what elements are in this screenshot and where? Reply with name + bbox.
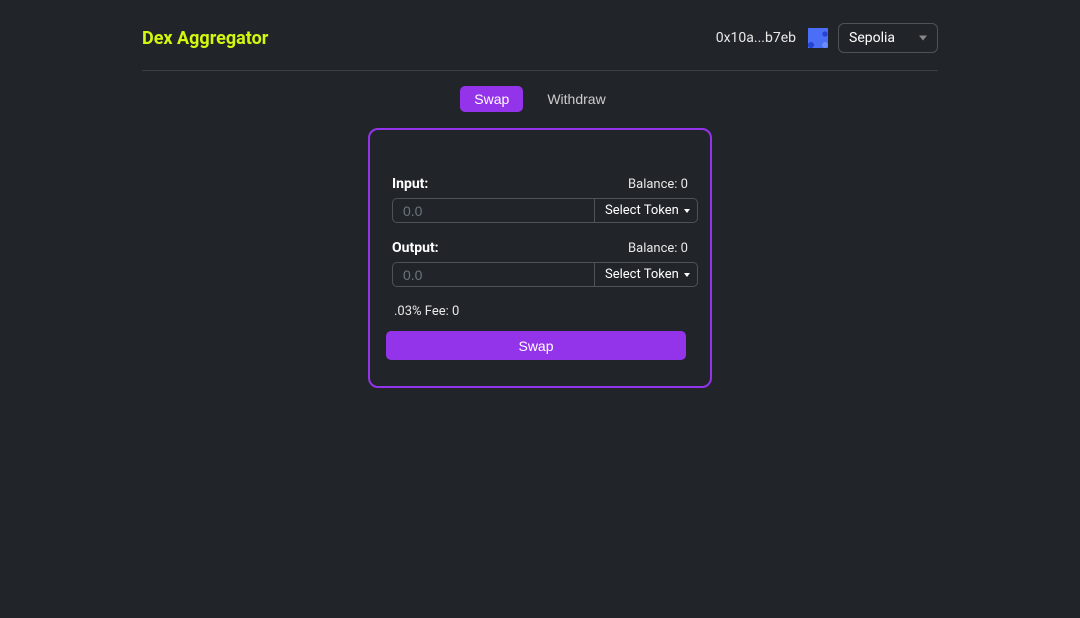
wallet-address: 0x10a...b7eb	[716, 30, 796, 46]
output-token-label: Select Token	[605, 267, 679, 282]
output-balance: Balance: 0	[628, 241, 688, 256]
output-field-header: Output: Balance: 0	[392, 240, 688, 256]
header: Dex Aggregator 0x10a...b7eb Sepolia	[142, 0, 938, 71]
tab-withdraw[interactable]: Withdraw	[533, 86, 619, 112]
input-balance: Balance: 0	[628, 177, 688, 192]
input-token-select[interactable]: Select Token	[594, 198, 698, 223]
output-label: Output:	[392, 240, 439, 256]
swap-button[interactable]: Swap	[386, 331, 686, 360]
output-group: Select Token	[392, 262, 688, 287]
tabs: Swap Withdraw	[142, 71, 938, 112]
input-token-label: Select Token	[605, 203, 679, 218]
input-amount-field[interactable]	[392, 198, 594, 223]
input-field-header: Input: Balance: 0	[392, 176, 688, 192]
output-token-select[interactable]: Select Token	[594, 262, 698, 287]
wallet-avatar-icon	[808, 28, 828, 48]
fee-text: .03% Fee: 0	[394, 304, 688, 319]
swap-card: Input: Balance: 0 Select Token Output: B…	[368, 128, 712, 388]
output-amount-field[interactable]	[392, 262, 594, 287]
brand-title: Dex Aggregator	[142, 28, 268, 49]
header-right: 0x10a...b7eb Sepolia	[716, 23, 938, 53]
input-group: Select Token	[392, 198, 688, 223]
tab-swap[interactable]: Swap	[460, 86, 523, 112]
input-label: Input:	[392, 176, 428, 192]
network-select[interactable]: Sepolia	[838, 23, 938, 53]
network-select-value: Sepolia	[849, 30, 895, 46]
